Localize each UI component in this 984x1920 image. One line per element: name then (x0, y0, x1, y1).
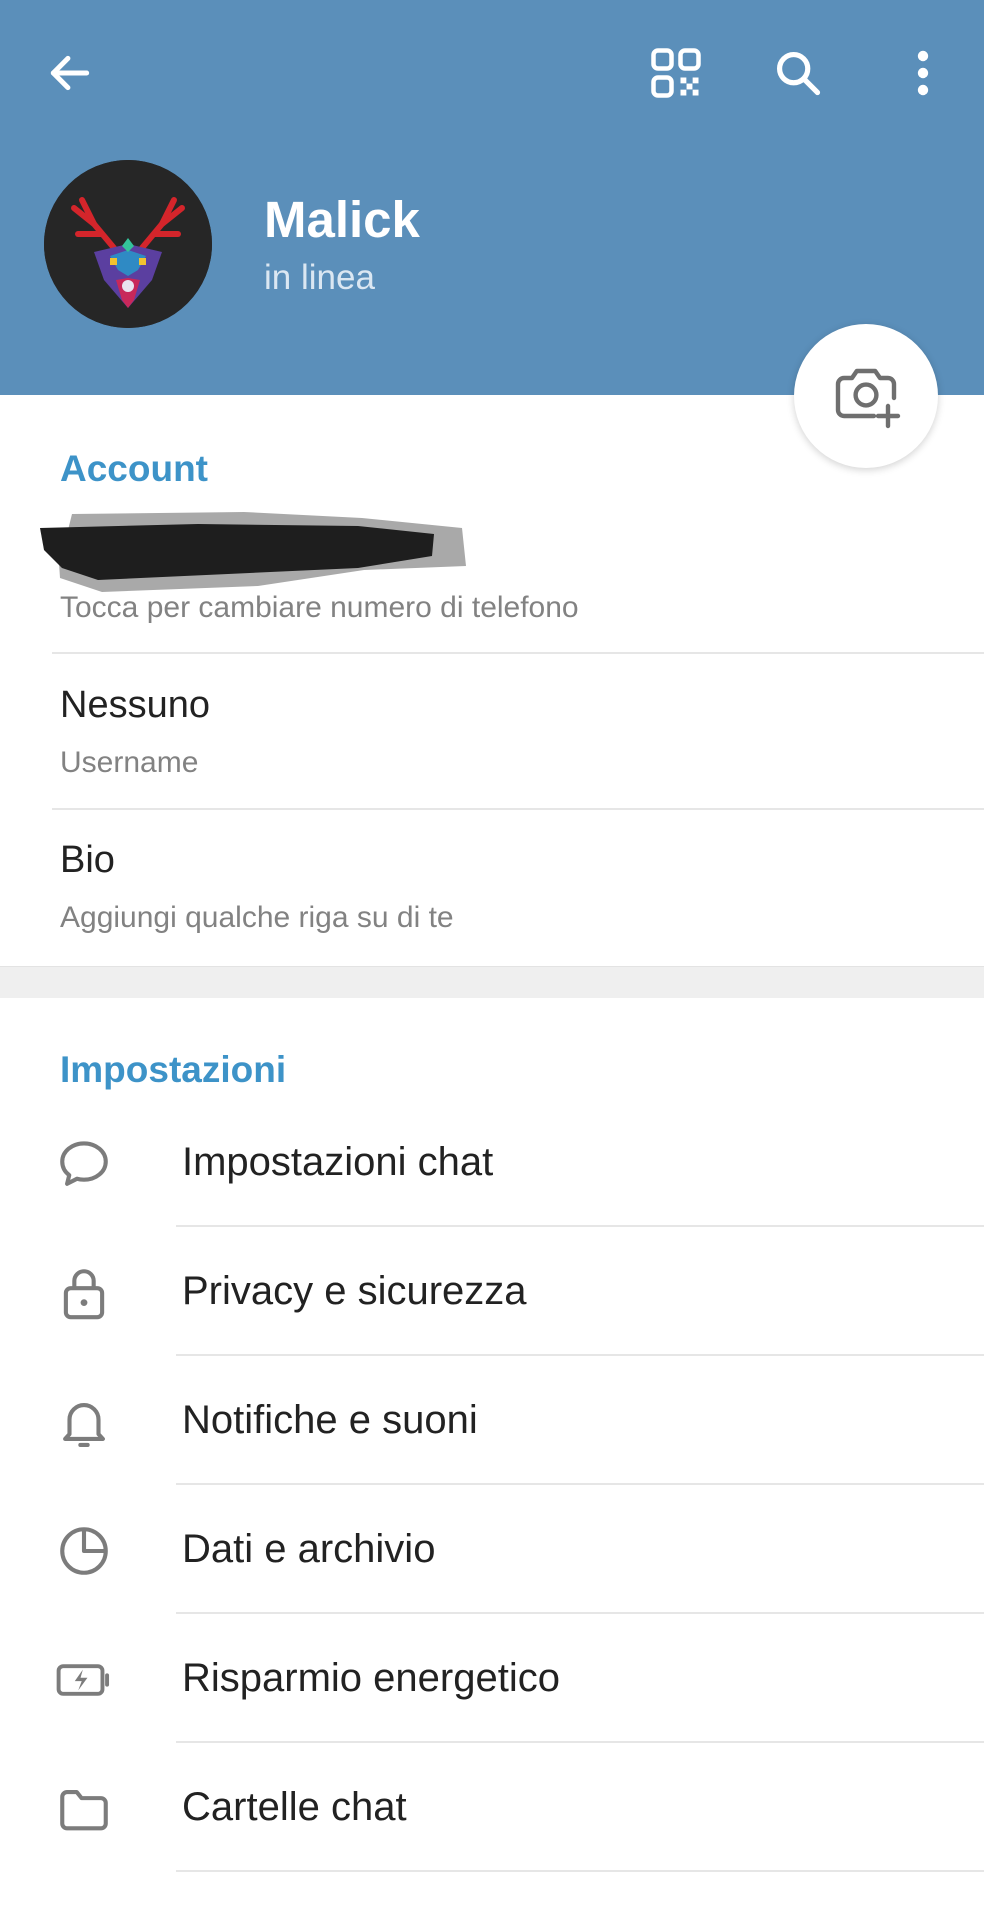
phone-row[interactable] (0, 500, 984, 652)
settings-item-label: Cartelle chat (182, 1785, 407, 1829)
bell-icon (52, 1390, 116, 1454)
avatar[interactable] (44, 160, 212, 328)
settings-item-label: Notifiche e suoni (182, 1398, 478, 1442)
battery-icon (52, 1648, 116, 1712)
bio-row[interactable] (0, 810, 984, 966)
search-button[interactable] (758, 33, 838, 113)
search-icon (776, 51, 821, 96)
qr-code-icon (651, 48, 701, 98)
account-section-title: Account (60, 448, 208, 489)
qr-code-button[interactable] (636, 33, 716, 113)
back-arrow-icon (50, 55, 90, 91)
username-row[interactable] (0, 654, 984, 808)
settings-item-folders[interactable]: Cartelle chat (0, 1743, 984, 1872)
section-separator (0, 966, 984, 998)
settings-item-label: Dati e archivio (182, 1527, 436, 1571)
bio-value: Bio (60, 839, 115, 881)
more-options-button[interactable] (883, 33, 963, 113)
lock-icon (52, 1261, 116, 1325)
username-label: Username (60, 746, 199, 779)
deer-avatar-icon (44, 160, 212, 328)
settings-item-chat[interactable]: Impostazioni chat (0, 1098, 984, 1227)
set-photo-button[interactable] (794, 324, 938, 468)
settings-item-label: Risparmio energetico (182, 1656, 560, 1700)
pie-chart-icon (52, 1519, 116, 1583)
chat-bubble-icon (52, 1132, 116, 1196)
folder-icon (52, 1777, 116, 1841)
username-value: Nessuno (60, 684, 210, 726)
profile-name: Malick (264, 191, 420, 248)
settings-item-label: Privacy e sicurezza (182, 1269, 527, 1313)
settings-item-label: Impostazioni chat (182, 1140, 494, 1184)
camera-add-icon (835, 368, 901, 429)
bio-hint: Aggiungi qualche riga su di te (60, 901, 454, 934)
profile-status: in linea (264, 258, 375, 297)
divider (176, 1870, 984, 1872)
settings-item-privacy[interactable]: Privacy e sicurezza (0, 1227, 984, 1356)
settings-item-power-saving[interactable]: Risparmio energetico (0, 1614, 984, 1743)
settings-item-notifications[interactable]: Notifiche e suoni (0, 1356, 984, 1485)
settings-section-title: Impostazioni (60, 1049, 287, 1090)
back-button[interactable] (30, 33, 110, 113)
more-vertical-icon (917, 50, 929, 96)
settings-item-data[interactable]: Dati e archivio (0, 1485, 984, 1614)
